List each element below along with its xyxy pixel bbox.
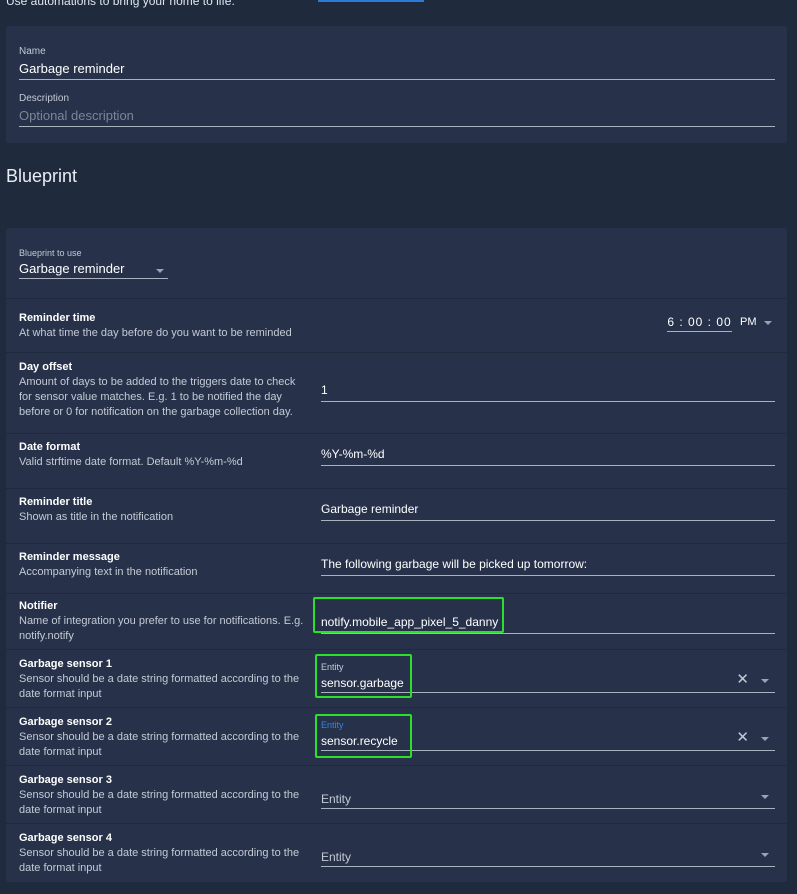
- garbage-sensor-1-name: Garbage sensor 1: [19, 658, 112, 670]
- chevron-down-icon[interactable]: [764, 321, 772, 325]
- intro-text: Use automations to bring your home to li…: [6, 0, 235, 8]
- reminder-title-input[interactable]: Garbage reminder: [321, 502, 775, 521]
- garbage-sensor-3-description: Sensor should be a date string formatted…: [19, 789, 300, 816]
- garbage-sensor-2-highlight: [315, 714, 412, 758]
- chevron-down-icon[interactable]: [761, 737, 769, 741]
- date-format-description: Valid strftime date format. Default %Y-%…: [19, 456, 243, 468]
- input-row-garbage-sensor-1: Garbage sensor 1 Sensor should be a date…: [6, 649, 787, 708]
- garbage-sensor-1-description: Sensor should be a date string formatted…: [19, 673, 300, 700]
- day-offset-description: Amount of days to be added to the trigge…: [19, 376, 296, 418]
- ampm-value: PM: [740, 316, 757, 328]
- input-row-notifier: Notifier Name of integration you prefer …: [6, 593, 787, 650]
- garbage-sensor-4-description: Sensor should be a date string formatted…: [19, 847, 300, 874]
- reminder-message-name: Reminder message: [19, 551, 120, 563]
- input-row-garbage-sensor-2: Garbage sensor 2 Sensor should be a date…: [6, 707, 787, 766]
- chevron-down-icon[interactable]: [761, 679, 769, 683]
- learn-more-link[interactable]: [318, 0, 424, 2]
- garbage-sensor-2-description: Sensor should be a date string formatted…: [19, 731, 300, 758]
- reminder-title-name: Reminder title: [19, 496, 93, 508]
- input-row-garbage-sensor-4: Garbage sensor 4 Sensor should be a date…: [6, 823, 787, 882]
- reminder-time-input[interactable]: 6 : 00 : 00: [667, 315, 732, 332]
- description-placeholder[interactable]: Optional description: [19, 108, 775, 126]
- input-row-reminder-title: Reminder title Shown as title in the not…: [6, 488, 787, 541]
- details-card: Name Garbage reminder Description Option…: [6, 26, 787, 143]
- notifier-name: Notifier: [19, 600, 58, 612]
- name-value[interactable]: Garbage reminder: [19, 61, 775, 79]
- entity-placeholder: Entity: [321, 792, 352, 806]
- close-icon[interactable]: ✕: [736, 672, 749, 687]
- blueprint-select-value: Garbage reminder: [19, 261, 125, 276]
- garbage-sensor-2-name: Garbage sensor 2: [19, 716, 112, 728]
- input-row-reminder-time: Reminder time At what time the day befor…: [6, 298, 787, 353]
- reminder-message-input[interactable]: The following garbage will be picked up …: [321, 557, 775, 576]
- garbage-sensor-4-entity-picker[interactable]: Entity: [321, 836, 775, 867]
- name-label: Name: [19, 46, 46, 57]
- garbage-sensor-1-highlight: [315, 654, 412, 698]
- reminder-time-description: At what time the day before do you want …: [19, 327, 292, 339]
- day-offset-input[interactable]: 1: [321, 383, 775, 402]
- input-row-garbage-sensor-3: Garbage sensor 3 Sensor should be a date…: [6, 765, 787, 824]
- chevron-down-icon[interactable]: [761, 795, 769, 799]
- description-field[interactable]: Description Optional description: [19, 93, 775, 127]
- section-title-blueprint: Blueprint: [6, 166, 78, 186]
- input-row-reminder-message: Reminder message Accompanying text in th…: [6, 543, 787, 594]
- day-offset-name: Day offset: [19, 361, 73, 373]
- garbage-sensor-3-entity-picker[interactable]: Entity: [321, 778, 775, 809]
- input-row-day-offset: Day offset Amount of days to be added to…: [6, 352, 787, 423]
- input-row-date-format: Date format Valid strftime date format. …: [6, 433, 787, 486]
- notifier-highlight: [313, 597, 504, 633]
- description-label: Description: [19, 93, 70, 104]
- blueprint-card: Blueprint to use Garbage reminder Remind…: [6, 228, 787, 882]
- entity-placeholder: Entity: [321, 850, 352, 864]
- reminder-time-name: Reminder time: [19, 312, 96, 324]
- chevron-down-icon[interactable]: [761, 853, 769, 857]
- garbage-sensor-4-name: Garbage sensor 4: [19, 832, 112, 844]
- close-icon[interactable]: ✕: [736, 730, 749, 745]
- name-field[interactable]: Name Garbage reminder: [19, 46, 775, 80]
- garbage-sensor-3-name: Garbage sensor 3: [19, 774, 112, 786]
- notifier-description: Name of integration you prefer to use fo…: [19, 615, 304, 642]
- chevron-down-icon: [156, 269, 164, 273]
- date-format-input[interactable]: %Y-%m-%d: [321, 447, 775, 466]
- reminder-message-description: Accompanying text in the notification: [19, 566, 198, 578]
- blueprint-select[interactable]: Blueprint to use Garbage reminder: [19, 248, 168, 279]
- date-format-name: Date format: [19, 441, 81, 453]
- ampm-select[interactable]: PM: [740, 316, 757, 328]
- blueprint-select-label: Blueprint to use: [19, 248, 82, 258]
- reminder-title-description: Shown as title in the notification: [19, 511, 174, 523]
